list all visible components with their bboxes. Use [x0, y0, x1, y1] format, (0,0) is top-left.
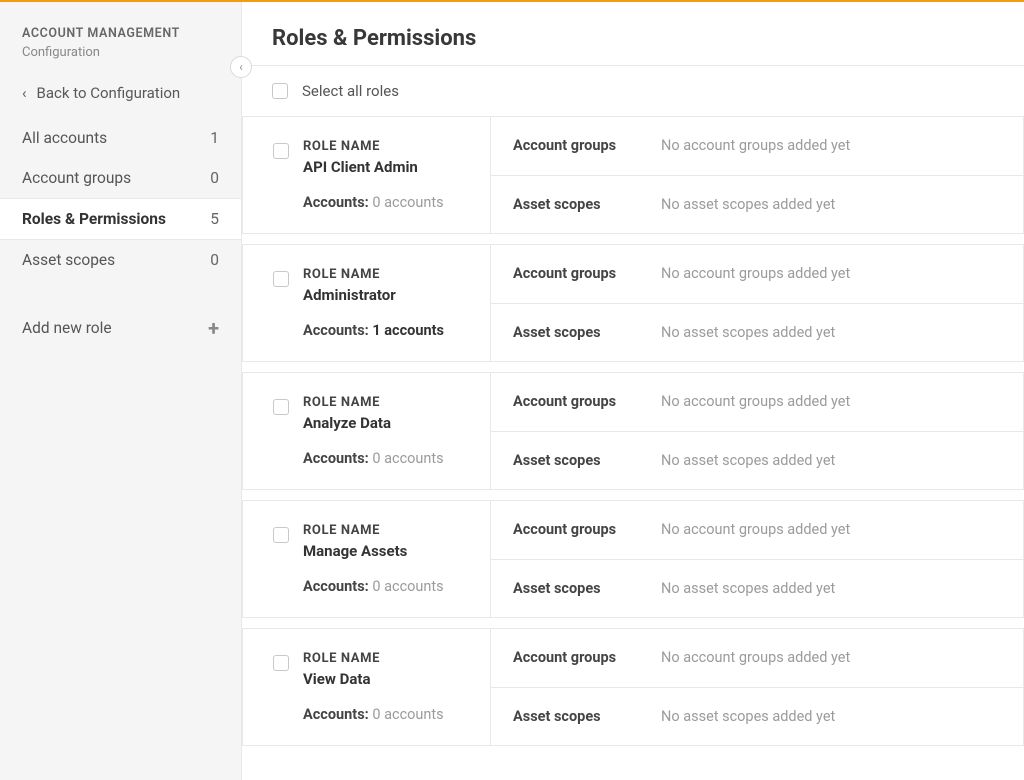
asset-scopes-label: Asset scopes	[513, 324, 643, 341]
role-right: Account groups No account groups added ye…	[491, 373, 1023, 489]
chevron-left-icon: ‹	[239, 60, 243, 74]
account-groups-label: Account groups	[513, 137, 643, 154]
role-name-header: ROLE NAME	[303, 523, 444, 538]
select-all-label: Select all roles	[302, 82, 399, 100]
add-new-role-button[interactable]: Add new role +	[0, 294, 241, 362]
sidebar-item-count: 0	[210, 169, 219, 187]
sidebar-item-count: 5	[210, 210, 219, 228]
role-name: Analyze Data	[303, 414, 444, 432]
role-name: Manage Assets	[303, 542, 444, 560]
sidebar: ‹ ACCOUNT MANAGEMENT Configuration ‹ Bac…	[0, 2, 242, 780]
account-groups-label: Account groups	[513, 521, 643, 538]
role-accounts: Accounts: 1 accounts	[303, 322, 444, 339]
role-account-groups-row: Account groups No account groups added ye…	[491, 245, 1023, 303]
sidebar-title: ACCOUNT MANAGEMENT	[22, 26, 219, 41]
role-right: Account groups No account groups added ye…	[491, 117, 1023, 233]
role-accounts: Accounts: 0 accounts	[303, 194, 444, 211]
role-asset-scopes-row: Asset scopes No asset scopes added yet	[491, 431, 1023, 490]
sidebar-item-label: Roles & Permissions	[22, 210, 166, 228]
back-to-configuration-link[interactable]: ‹ Back to Configuration	[0, 66, 241, 118]
sidebar-item-all-accounts[interactable]: All accounts 1	[0, 118, 241, 158]
role-left: ROLE NAME Analyze Data Accounts: 0 account…	[243, 373, 491, 489]
asset-scopes-value: No asset scopes added yet	[661, 452, 835, 469]
asset-scopes-label: Asset scopes	[513, 580, 643, 597]
asset-scopes-value: No asset scopes added yet	[661, 580, 835, 597]
role-name: View Data	[303, 670, 444, 688]
asset-scopes-value: No asset scopes added yet	[661, 196, 835, 213]
role-account-groups-row: Account groups No account groups added ye…	[491, 117, 1023, 175]
role-checkbox[interactable]	[273, 655, 289, 671]
sidebar-nav: All accounts 1 Account groups 0 Roles & …	[0, 118, 241, 280]
role-name: Administrator	[303, 286, 444, 304]
account-groups-value: No account groups added yet	[661, 521, 850, 538]
account-groups-value: No account groups added yet	[661, 393, 850, 410]
collapse-sidebar-button[interactable]: ‹	[230, 56, 252, 78]
sidebar-item-count: 0	[210, 251, 219, 269]
page-title: Roles & Permissions	[242, 2, 1024, 65]
role-left: ROLE NAME Administrator Accounts: 1 accoun…	[243, 245, 491, 361]
role-accounts: Accounts: 0 accounts	[303, 706, 444, 723]
role-account-groups-row: Account groups No account groups added ye…	[491, 373, 1023, 431]
role-card: ROLE NAME Analyze Data Accounts: 0 account…	[242, 372, 1024, 490]
main-content: Roles & Permissions Select all roles ROL…	[242, 2, 1024, 780]
role-checkbox[interactable]	[273, 527, 289, 543]
role-checkbox[interactable]	[273, 399, 289, 415]
role-account-groups-row: Account groups No account groups added ye…	[491, 629, 1023, 687]
role-asset-scopes-row: Asset scopes No asset scopes added yet	[491, 687, 1023, 746]
plus-icon: +	[208, 316, 219, 340]
add-role-label: Add new role	[22, 319, 112, 337]
role-card: ROLE NAME Administrator Accounts: 1 accoun…	[242, 244, 1024, 362]
role-checkbox[interactable]	[273, 271, 289, 287]
role-asset-scopes-row: Asset scopes No asset scopes added yet	[491, 303, 1023, 362]
role-name-header: ROLE NAME	[303, 139, 444, 154]
role-card: ROLE NAME Manage Assets Accounts: 0 accoun…	[242, 500, 1024, 618]
sidebar-item-roles-permissions[interactable]: Roles & Permissions 5	[0, 198, 241, 240]
account-groups-value: No account groups added yet	[661, 265, 850, 282]
role-asset-scopes-row: Asset scopes No asset scopes added yet	[491, 559, 1023, 618]
role-card: ROLE NAME API Client Admin Accounts: 0 acc…	[242, 117, 1024, 234]
role-accounts: Accounts: 0 accounts	[303, 450, 444, 467]
role-name-header: ROLE NAME	[303, 395, 444, 410]
account-groups-value: No account groups added yet	[661, 649, 850, 666]
role-right: Account groups No account groups added ye…	[491, 629, 1023, 745]
asset-scopes-label: Asset scopes	[513, 196, 643, 213]
asset-scopes-label: Asset scopes	[513, 452, 643, 469]
sidebar-item-label: Asset scopes	[22, 251, 115, 269]
sidebar-item-account-groups[interactable]: Account groups 0	[0, 158, 241, 198]
role-accounts: Accounts: 0 accounts	[303, 578, 444, 595]
back-link-label: Back to Configuration	[37, 84, 181, 102]
role-left: ROLE NAME View Data Accounts: 0 accounts	[243, 629, 491, 745]
chevron-left-icon: ‹	[22, 84, 27, 102]
roles-list: ROLE NAME API Client Admin Accounts: 0 acc…	[242, 117, 1024, 746]
account-groups-label: Account groups	[513, 265, 643, 282]
asset-scopes-label: Asset scopes	[513, 708, 643, 725]
asset-scopes-value: No asset scopes added yet	[661, 708, 835, 725]
role-name-header: ROLE NAME	[303, 651, 444, 666]
role-name-header: ROLE NAME	[303, 267, 444, 282]
role-card: ROLE NAME View Data Accounts: 0 accounts Ac…	[242, 628, 1024, 746]
sidebar-item-asset-scopes[interactable]: Asset scopes 0	[0, 240, 241, 280]
sidebar-item-label: All accounts	[22, 129, 107, 147]
role-account-groups-row: Account groups No account groups added ye…	[491, 501, 1023, 559]
asset-scopes-value: No asset scopes added yet	[661, 324, 835, 341]
sidebar-subtitle: Configuration	[22, 45, 219, 60]
role-name: API Client Admin	[303, 158, 444, 176]
role-left: ROLE NAME Manage Assets Accounts: 0 accoun…	[243, 501, 491, 617]
select-all-row: Select all roles	[242, 66, 1024, 117]
account-groups-label: Account groups	[513, 393, 643, 410]
role-checkbox[interactable]	[273, 143, 289, 159]
role-right: Account groups No account groups added ye…	[491, 245, 1023, 361]
role-asset-scopes-row: Asset scopes No asset scopes added yet	[491, 175, 1023, 234]
sidebar-item-label: Account groups	[22, 169, 131, 187]
select-all-checkbox[interactable]	[272, 83, 288, 99]
role-right: Account groups No account groups added ye…	[491, 501, 1023, 617]
role-left: ROLE NAME API Client Admin Accounts: 0 acc…	[243, 117, 491, 233]
account-groups-label: Account groups	[513, 649, 643, 666]
sidebar-item-count: 1	[210, 129, 219, 147]
account-groups-value: No account groups added yet	[661, 137, 850, 154]
